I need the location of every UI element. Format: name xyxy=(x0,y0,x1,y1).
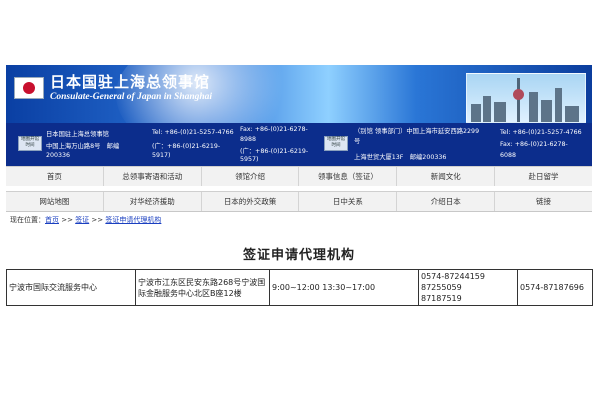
breadcrumb-visa[interactable]: 签证 xyxy=(75,216,89,224)
nav-economic-aid[interactable]: 对华经济援助 xyxy=(104,192,202,211)
nav-study-japan[interactable]: 赴日留学 xyxy=(495,167,592,186)
main-fax-2: 8988 xyxy=(240,136,257,143)
main-tel-guang-2: 5917) xyxy=(152,152,171,159)
breadcrumb-current[interactable]: 签证申请代理机构 xyxy=(105,216,161,224)
breadcrumb: 现在位置：首页 >> 签证 >> 签证申请代理机构 xyxy=(6,212,592,228)
main-fax: Fax: +86-(0)21-6278- xyxy=(240,126,308,133)
agency-hours: 9:00~12:00 13:30~17:00 xyxy=(269,269,419,306)
breadcrumb-prefix: 现在位置： xyxy=(10,216,45,224)
main-fax-guang-2: 5957) xyxy=(240,156,259,163)
nav-foreign-policy[interactable]: 日本的外交政策 xyxy=(202,192,300,211)
agency-table: 宁波市国际交流服务中心 宁波市江东区民安东路268号宁波国际金融服务中心北区B座… xyxy=(6,269,593,306)
breadcrumb-home[interactable]: 首页 xyxy=(45,216,59,224)
agency-phones: 0574-87244159 87255059 87187519 xyxy=(418,269,518,306)
map-hours-button-annex[interactable]: 地图开馆时间 xyxy=(324,136,348,151)
agency-fax: 0574-87187696 xyxy=(517,269,593,306)
map-hours-button-main[interactable]: 地图开馆时间 xyxy=(18,136,42,151)
consulate-name: 日本国驻上海总领事馆 xyxy=(46,131,109,138)
nav-about-consulate[interactable]: 领馆介绍 xyxy=(202,167,300,186)
annex-fax-2: 6088 xyxy=(500,152,517,159)
site-title-cn[interactable]: 日本国驻上海总领事馆 xyxy=(50,71,210,92)
breadcrumb-sep-2: >> xyxy=(89,216,106,224)
consulate-address: 中国上海万山路8号 邮编 xyxy=(46,143,120,150)
main-tel-guang: (广：+86-(0)21-6219- xyxy=(152,143,221,150)
annex-fax: Fax: +86-(0)21-6278- xyxy=(500,141,568,148)
main-navigation: 首页 总领事寄语和活动 领馆介绍 领事信息（签证） 新闻文化 赴日留学 网站地图… xyxy=(6,166,592,212)
consulate-zip: 200336 xyxy=(46,152,71,159)
nav-consular-visa[interactable]: 领事信息（签证） xyxy=(299,167,398,186)
main-fax-guang: (广：+86-(0)21-6219- xyxy=(240,148,309,155)
page: 日本国驻上海总领事馆 Consulate-General of Japan in… xyxy=(6,65,593,306)
breadcrumb-sep-1: >> xyxy=(59,216,76,224)
nav-news-culture[interactable]: 新闻文化 xyxy=(397,167,496,186)
agency-name: 宁波市国际交流服务中心 xyxy=(6,269,136,306)
agency-phone-2: 87255059 xyxy=(421,283,462,292)
nav-consul-message[interactable]: 总领事寄语和活动 xyxy=(104,167,202,186)
nav-row-1: 首页 总领事寄语和活动 领馆介绍 领事信息（签证） 新闻文化 赴日留学 xyxy=(6,166,592,186)
page-title: 签证申请代理机构 xyxy=(242,248,355,263)
nav-japan-china-relations[interactable]: 日中关系 xyxy=(299,192,398,211)
annex-address: （别馆 领事部门）中国上海市延安西路2299 xyxy=(354,128,480,135)
site-title-en[interactable]: Consulate-General of Japan in Shanghai xyxy=(50,92,212,102)
annex-tel: Tel: +86-(0)21-5257-4766 xyxy=(500,129,582,136)
nav-row-2: 网站地图 对华经济援助 日本的外交政策 日中关系 介绍日本 链接 xyxy=(6,191,592,211)
agency-phone-1: 0574-87244159 xyxy=(421,272,485,281)
annex-address-2: 号 xyxy=(354,138,361,145)
agency-address: 宁波市江东区民安东路268号宁波国际金融服务中心北区B座12楼 xyxy=(135,269,270,306)
nav-home[interactable]: 首页 xyxy=(6,167,104,186)
site-header: 日本国驻上海总领事馆 Consulate-General of Japan in… xyxy=(6,65,592,123)
nav-introduce-japan[interactable]: 介绍日本 xyxy=(397,192,496,211)
japan-flag-icon xyxy=(14,77,44,99)
nav-links[interactable]: 链接 xyxy=(495,192,592,211)
annex-building: 上海世贸大厦13F 邮编200336 xyxy=(354,154,447,161)
agency-phone-3: 87187519 xyxy=(421,294,462,303)
shanghai-skyline-image xyxy=(466,73,586,123)
nav-sitemap[interactable]: 网站地图 xyxy=(6,192,104,211)
contact-bar: 日本国驻上海总领事馆 中国上海万山路8号 邮编 200336 地图开馆时间 Te… xyxy=(6,123,592,166)
main-tel: Tel: +86-(0)21-5257-4766 xyxy=(152,129,234,136)
table-row: 宁波市国际交流服务中心 宁波市江东区民安东路268号宁波国际金融服务中心北区B座… xyxy=(6,269,593,306)
